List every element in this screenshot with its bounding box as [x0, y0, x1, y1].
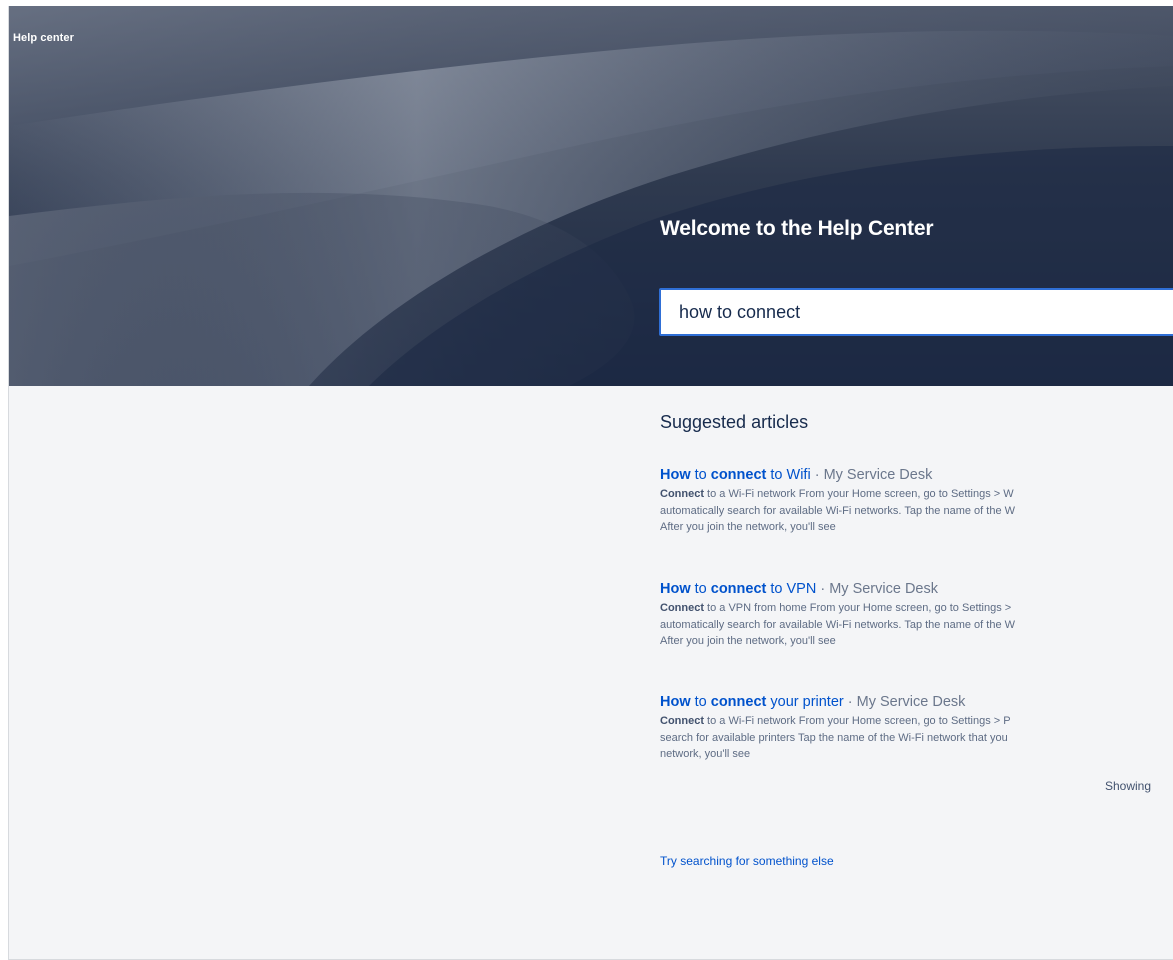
excerpt-line: to a Wi-Fi network From your Home screen… — [704, 715, 1011, 727]
results-count-label: Showing — [1105, 779, 1152, 793]
brand-label[interactable]: Help center — [13, 32, 74, 44]
title-text: your printer — [766, 694, 844, 710]
title-text: to — [690, 467, 711, 483]
article-link[interactable]: How to connect to Wifi · My Service Desk — [660, 466, 1173, 484]
title-highlight: How — [660, 581, 691, 597]
excerpt-line: network, you'll see — [660, 748, 751, 760]
list-item: How to connect your printer · My Service… — [660, 693, 1173, 763]
article-link[interactable]: How to connect your printer · My Service… — [660, 693, 1173, 711]
excerpt-line: to a Wi-Fi network From your Home screen… — [704, 488, 1014, 500]
excerpt-highlight: Connect — [660, 602, 704, 614]
article-excerpt: Connect to a Wi-Fi network From your Hom… — [660, 486, 1173, 536]
search-input[interactable] — [661, 290, 1173, 334]
article-separator: · — [810, 467, 824, 483]
try-another-search-link[interactable]: Try searching for something else — [660, 854, 834, 868]
excerpt-line: After you join the network, you'll see — [660, 521, 836, 533]
hero-banner: Help center Welcome to the Help Center — [9, 6, 1173, 386]
article-excerpt: Connect to a VPN from home From your Hom… — [660, 600, 1173, 650]
excerpt-line: After you join the network, you'll see — [660, 635, 836, 647]
excerpt-line: to a VPN from home From your Home screen… — [704, 602, 1012, 614]
article-link[interactable]: How to connect to VPN · My Service Desk — [660, 580, 1173, 598]
title-highlight: How — [660, 694, 691, 710]
suggested-articles-heading: Suggested articles — [660, 412, 809, 432]
help-center-page: Help center Welcome to the Help Center S… — [8, 6, 1173, 960]
excerpt-line: search for available printers Tap the na… — [660, 731, 1008, 744]
title-text: to Wifi — [766, 467, 811, 483]
article-excerpt: Connect to a Wi-Fi network From your Hom… — [660, 713, 1173, 763]
page-title: Welcome to the Help Center — [660, 217, 934, 240]
title-highlight: connect — [710, 581, 767, 597]
article-separator: · — [816, 581, 830, 597]
article-source: My Service Desk — [829, 581, 938, 597]
title-text: to — [690, 581, 711, 597]
excerpt-highlight: Connect — [660, 715, 704, 727]
article-source: My Service Desk — [856, 694, 966, 710]
list-item: How to connect to Wifi · My Service Desk… — [660, 466, 1173, 536]
excerpt-line: automatically search for available Wi-Fi… — [660, 504, 1016, 517]
title-highlight: How — [660, 467, 691, 483]
title-highlight: connect — [710, 467, 767, 483]
list-item: How to connect to VPN · My Service Desk … — [660, 580, 1173, 650]
title-text: to — [690, 694, 711, 710]
title-highlight: connect — [710, 694, 767, 710]
article-source: My Service Desk — [823, 467, 933, 483]
excerpt-line: automatically search for available Wi-Fi… — [660, 618, 1016, 631]
excerpt-highlight: Connect — [660, 488, 704, 500]
search-box[interactable] — [659, 288, 1173, 336]
article-separator: · — [843, 694, 857, 710]
title-text: to VPN — [766, 581, 817, 597]
